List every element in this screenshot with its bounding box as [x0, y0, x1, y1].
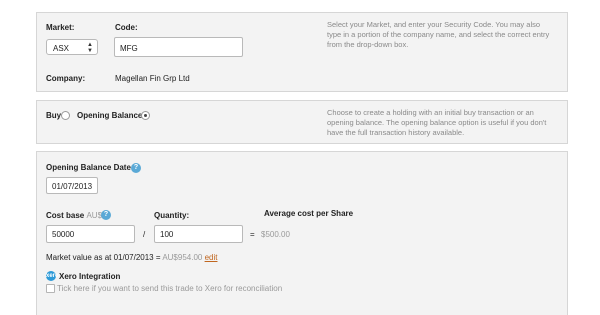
opening-date-value: 01/07/2013 [52, 182, 93, 191]
question-icon[interactable]: ? [131, 163, 141, 173]
quantity-value: 100 [160, 230, 174, 239]
quantity-input[interactable]: 100 [154, 225, 243, 243]
divide-symbol: / [143, 230, 146, 239]
average-cost-value: $500.00 [261, 230, 290, 239]
opening-balance-label: Opening Balance [77, 111, 143, 120]
xero-icon: xero [46, 271, 59, 281]
code-input-value: MFG [120, 44, 138, 53]
type-help-text: Choose to create a holding with an initi… [327, 108, 547, 137]
cost-base-label: Cost base AU$ [46, 211, 103, 220]
opening-balance-radio[interactable] [141, 111, 150, 120]
code-label: Code: [115, 23, 138, 32]
xero-checkbox[interactable] [46, 284, 55, 293]
market-help-text: Select your Market, and enter your Secur… [327, 20, 550, 49]
market-label: Market: [46, 23, 75, 32]
edit-link[interactable]: edit [205, 253, 218, 262]
question-icon[interactable]: ? [101, 210, 111, 220]
opening-date-input[interactable]: 01/07/2013 [46, 177, 98, 194]
buy-radio[interactable] [61, 111, 70, 120]
market-value-text: Market value as at 01/07/2013 = AU$954.0… [46, 253, 218, 262]
average-cost-label: Average cost per Share [264, 209, 354, 218]
cost-base-input[interactable]: 50000 [46, 225, 135, 243]
buy-label: Buy [46, 111, 62, 120]
market-select[interactable]: ASX ▲ ▼ [46, 39, 98, 55]
updown-arrows-icon: ▲ ▼ [87, 42, 93, 54]
transaction-type-panel: Buy Opening Balance Choose to create a h… [36, 100, 568, 144]
company-label: Company: [46, 74, 86, 83]
market-panel: Market: ASX ▲ ▼ Code: MFG Company: Magell… [36, 12, 568, 92]
quantity-label: Quantity: [154, 211, 190, 220]
code-input[interactable]: MFG [114, 37, 243, 57]
cost-base-value: 50000 [52, 230, 75, 239]
market-select-value: ASX [53, 44, 70, 53]
company-value: Magellan Fin Grp Ltd [115, 74, 190, 83]
xero-integration-title: Xero Integration [59, 272, 121, 281]
opening-balance-panel: Opening Balance Date: ? 01/07/2013 Cost … [36, 151, 568, 315]
opening-date-label: Opening Balance Date: [46, 163, 134, 172]
equals-symbol: = [250, 230, 255, 239]
xero-checkbox-label: Tick here if you want to send this trade… [57, 284, 283, 293]
